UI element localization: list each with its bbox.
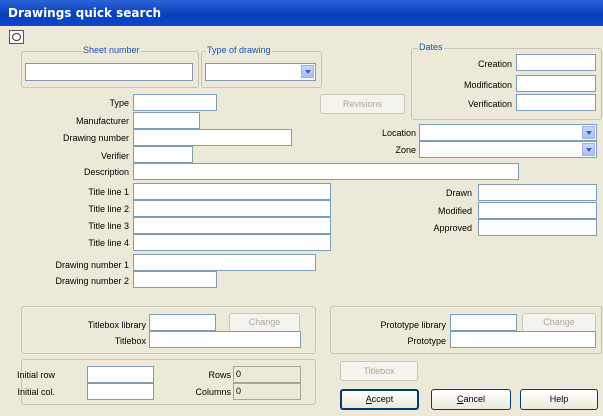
drawing-number-2-label: Drawing number 2 [55, 276, 129, 286]
title-line-4-input[interactable] [133, 234, 331, 251]
modified-input[interactable] [478, 202, 597, 219]
drawing-number-label: Drawing number [62, 133, 129, 143]
prototype-input[interactable] [450, 331, 596, 348]
revisions-button[interactable]: Revisions [320, 94, 405, 114]
title-line-1-label: Title line 1 [88, 187, 129, 197]
verifier-input[interactable] [133, 146, 193, 163]
titlebox-label: Titlebox [114, 336, 146, 346]
approved-input[interactable] [478, 219, 597, 236]
window-title: Drawings quick search [8, 6, 162, 20]
type-of-drawing-select[interactable] [205, 63, 316, 81]
creation-label: Creation [477, 59, 512, 69]
cancel-label: ancel [463, 394, 485, 404]
chevron-down-icon[interactable] [301, 65, 314, 78]
drawn-label: Drawn [445, 188, 472, 198]
title-line-1-input[interactable] [133, 183, 331, 200]
title-line-2-input[interactable] [133, 200, 331, 217]
accept-label: ccept [371, 394, 394, 404]
verification-label: Verification [467, 99, 512, 109]
verifier-label: Verifier [100, 151, 129, 161]
drawn-input[interactable] [478, 184, 597, 201]
dates-label: Dates [418, 42, 444, 52]
titlebox-input[interactable] [149, 331, 301, 348]
type-input[interactable] [133, 94, 217, 111]
title-line-3-input[interactable] [133, 217, 331, 234]
creation-input[interactable] [516, 54, 596, 71]
titlebox-library-label: Titlebox library [87, 320, 146, 330]
chevron-down-icon[interactable] [582, 126, 595, 139]
dialog-window: Drawings quick search Sheet number Type … [0, 0, 603, 416]
description-input[interactable] [133, 163, 519, 180]
chevron-down-icon[interactable] [582, 143, 595, 156]
manufacturer-input[interactable] [133, 112, 200, 129]
modification-label: Modification [463, 80, 512, 90]
sheet-number-input[interactable] [25, 63, 193, 81]
drawing-number-input[interactable] [133, 129, 292, 146]
zone-label: Zone [395, 145, 416, 155]
approved-label: Approved [433, 223, 472, 233]
title-bar[interactable]: Drawings quick search [0, 0, 603, 26]
modification-input[interactable] [516, 75, 596, 92]
drawing-number-2-input[interactable] [133, 271, 217, 288]
search-tool-icon[interactable] [9, 30, 24, 44]
cancel-button[interactable]: Cancel [431, 389, 511, 410]
manufacturer-label: Manufacturer [75, 116, 129, 126]
initial-col-input[interactable] [87, 383, 154, 400]
titlebox-library-input[interactable] [149, 314, 216, 331]
prototype-change-button[interactable]: Change [522, 313, 596, 332]
accept-button[interactable]: Accept [340, 389, 419, 410]
title-line-3-label: Title line 3 [88, 221, 129, 231]
rows-label: Rows [208, 370, 231, 380]
rows-value: 0 [233, 366, 301, 383]
help-button[interactable]: Help [520, 389, 598, 410]
zone-select[interactable] [419, 141, 597, 158]
titlebox-change-button[interactable]: Change [229, 313, 300, 332]
titlebox-button[interactable]: Titlebox [340, 361, 418, 381]
modified-label: Modified [437, 206, 472, 216]
location-select[interactable] [419, 124, 597, 141]
prototype-label: Prototype [407, 336, 446, 346]
initial-col-label: Initial col. [17, 387, 55, 397]
description-label: Description [83, 167, 129, 177]
location-label: Location [381, 128, 416, 138]
title-line-4-label: Title line 4 [88, 238, 129, 248]
verification-input[interactable] [516, 94, 596, 111]
sheet-number-label: Sheet number [82, 45, 141, 55]
initial-row-input[interactable] [87, 366, 154, 383]
columns-value: 0 [233, 383, 301, 400]
type-of-drawing-label: Type of drawing [206, 45, 272, 55]
columns-label: Columns [195, 387, 231, 397]
prototype-library-input[interactable] [450, 314, 517, 331]
initial-row-label: Initial row [16, 370, 55, 380]
type-label: Type [109, 98, 129, 108]
drawing-number-1-label: Drawing number 1 [55, 260, 129, 270]
drawing-number-1-input[interactable] [133, 254, 316, 271]
prototype-library-label: Prototype library [380, 320, 446, 330]
title-line-2-label: Title line 2 [88, 204, 129, 214]
